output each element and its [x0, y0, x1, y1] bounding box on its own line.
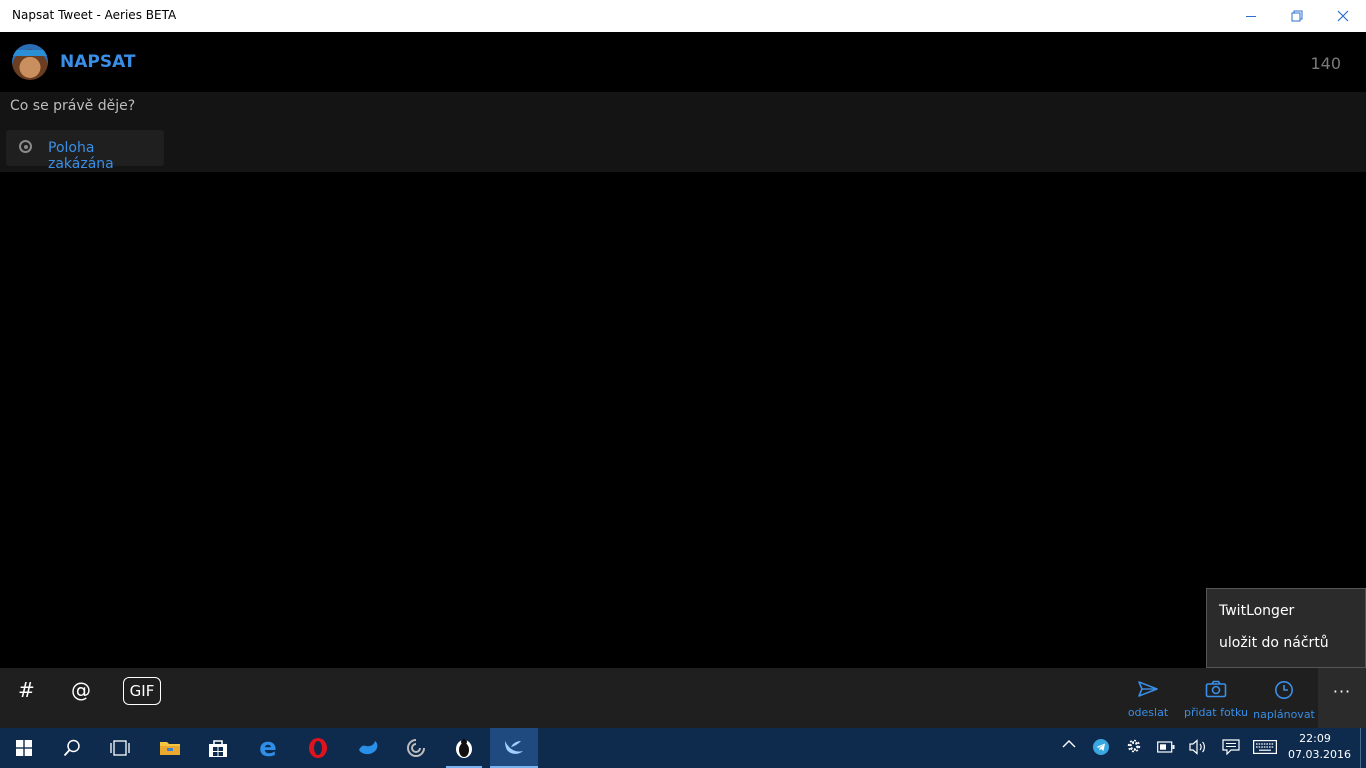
file-explorer-icon — [160, 742, 180, 755]
minimize-button[interactable] — [1228, 0, 1274, 32]
restore-icon — [1291, 10, 1303, 22]
search-button[interactable] — [48, 728, 96, 768]
taskbar-penguin-app[interactable] — [440, 728, 488, 768]
mention-button[interactable]: @ — [71, 678, 91, 702]
aeries-app-icon — [505, 741, 523, 754]
circle-app-icon — [407, 739, 425, 757]
notifications-icon — [1222, 739, 1240, 756]
more-button[interactable]: ··· — [1318, 668, 1366, 728]
clock-date: 07.03.2016 — [1288, 748, 1351, 761]
task-view-button[interactable] — [96, 728, 144, 768]
location-label: Poloha zakázána — [48, 140, 114, 172]
location-toggle[interactable]: Poloha zakázána — [6, 130, 164, 172]
opera-icon — [309, 738, 327, 758]
schedule-button[interactable]: naplánovat — [1249, 680, 1319, 721]
bird-app-icon — [359, 741, 378, 755]
taskbar-opera[interactable] — [294, 728, 342, 768]
taskbar-file-explorer[interactable] — [146, 728, 194, 768]
overflow-menu: TwitLonger uložit do náčrtů — [1206, 588, 1366, 668]
character-counter: 140 — [1310, 54, 1341, 73]
avatar[interactable] — [12, 44, 48, 80]
send-icon — [1138, 681, 1158, 697]
close-icon — [1337, 10, 1349, 22]
task-view-icon — [110, 740, 130, 756]
chevron-up-icon — [1062, 740, 1076, 748]
penguin-app-icon — [456, 739, 472, 758]
tray-gear[interactable] — [1126, 738, 1142, 758]
add-photo-button[interactable]: přidat fotku — [1181, 680, 1251, 719]
show-desktop-button[interactable] — [1360, 728, 1366, 768]
tray-volume[interactable] — [1189, 739, 1207, 759]
clock-time: 22:09 — [1299, 732, 1331, 745]
start-button[interactable] — [0, 728, 48, 768]
hashtag-button[interactable]: # — [18, 678, 35, 702]
send-label: odeslat — [1127, 706, 1169, 719]
volume-icon — [1189, 739, 1205, 755]
gear-icon — [1127, 739, 1141, 753]
menu-item-twitlonger[interactable]: TwitLonger — [1219, 603, 1294, 619]
keyboard-icon — [1253, 740, 1277, 755]
taskbar-edge[interactable]: e — [244, 728, 292, 768]
send-button[interactable]: odeslat — [1113, 680, 1183, 719]
gif-button[interactable]: GIF — [123, 677, 161, 705]
windows-start-icon — [16, 740, 32, 756]
camera-icon — [1205, 680, 1227, 698]
store-icon — [209, 740, 227, 757]
minimize-icon — [1246, 15, 1256, 17]
taskbar-aeries[interactable] — [490, 728, 538, 768]
taskbar-circle-app[interactable] — [392, 728, 440, 768]
compose-area: Co se právě děje? Poloha zakázána — [0, 92, 1366, 172]
tray-action-center[interactable] — [1222, 739, 1240, 759]
taskbar-bird-app[interactable] — [344, 728, 392, 768]
clock-icon — [1275, 681, 1293, 699]
tweet-text-input[interactable]: Co se právě děje? — [10, 98, 135, 114]
edge-icon: e — [259, 733, 277, 763]
tray-keyboard[interactable] — [1253, 740, 1277, 758]
battery-icon — [1157, 741, 1175, 753]
close-button[interactable] — [1320, 0, 1366, 32]
taskbar: e 22:09 07.03.2016 — [0, 728, 1366, 768]
window-title: Napsat Tweet - Aeries BETA — [12, 8, 177, 22]
telegram-icon — [1093, 739, 1109, 755]
tray-telegram[interactable] — [1093, 739, 1109, 759]
compose-header: NAPSAT 140 — [0, 32, 1366, 92]
tray-overflow-button[interactable] — [1062, 738, 1076, 753]
schedule-label: naplánovat — [1253, 708, 1315, 721]
title-bar: Napsat Tweet - Aeries BETA — [0, 0, 1366, 32]
menu-item-save-draft[interactable]: uložit do náčrtů — [1219, 635, 1329, 651]
search-icon — [63, 739, 80, 757]
maximize-button[interactable] — [1274, 0, 1320, 32]
app-bar: # @ GIF odeslat přidat fotku naplánovat … — [0, 668, 1366, 728]
clock[interactable]: 22:09 07.03.2016 — [1288, 731, 1351, 763]
location-radio-icon — [19, 140, 32, 153]
taskbar-store[interactable] — [194, 728, 242, 768]
page-title: NAPSAT — [60, 52, 136, 72]
add-photo-label: přidat fotku — [1183, 706, 1248, 719]
tray-battery[interactable] — [1157, 741, 1175, 757]
